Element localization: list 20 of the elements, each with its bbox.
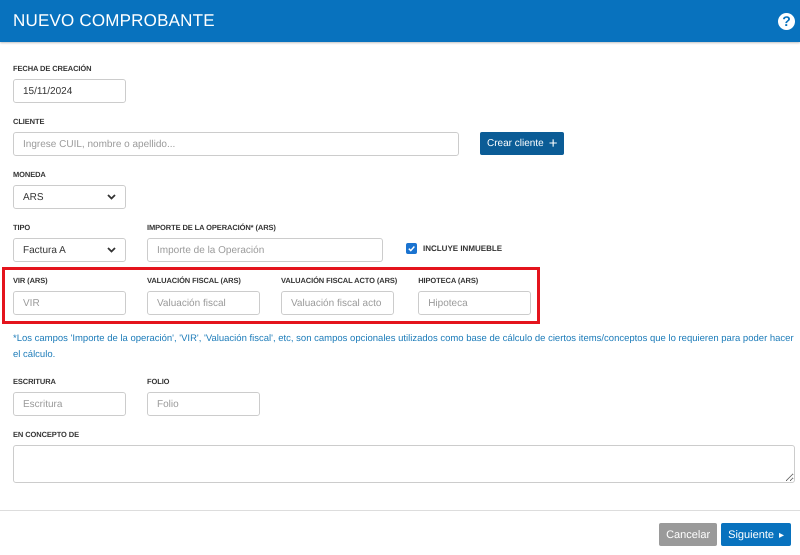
chevron-down-icon (107, 247, 116, 253)
chevron-down-icon (107, 194, 116, 200)
info-note: *Los campos 'Importe de la operación', 'VIR', 'Valuación fiscal', etc, son campos opcionales utilizados como base de cálculo de ciertos items/conceptos que lo requieren para poder hacer el cálculo. (13, 332, 795, 362)
input-field[interactable]: VIR (13, 291, 126, 315)
create-client-button[interactable]: Crear cliente + (480, 132, 564, 155)
window-title: NUEVO COMPROBANTE (13, 11, 215, 31)
input-field[interactable]: Folio (147, 392, 260, 416)
checkbox-label: INCLUYE INMUEBLE (423, 244, 502, 253)
checkbox[interactable] (406, 243, 417, 254)
input-field[interactable]: Hipoteca (418, 291, 532, 315)
dropdown[interactable]: Factura A (13, 238, 126, 262)
help-icon[interactable]: ? (778, 12, 795, 30)
input-field[interactable]: 15/11/2024 (13, 79, 126, 103)
dropdown[interactable]: ARS (13, 185, 126, 209)
input-field[interactable]: Valuación fiscal (147, 291, 260, 315)
next-button[interactable]: Siguiente ▸ (721, 523, 791, 546)
input-field[interactable]: Escritura (13, 392, 126, 416)
input-field[interactable]: Valuación fiscal acto (281, 291, 394, 315)
input-field[interactable]: Importe de la Operación (147, 238, 383, 262)
input-field[interactable]: Ingrese CUIL, nombre o apellido... (13, 132, 459, 156)
